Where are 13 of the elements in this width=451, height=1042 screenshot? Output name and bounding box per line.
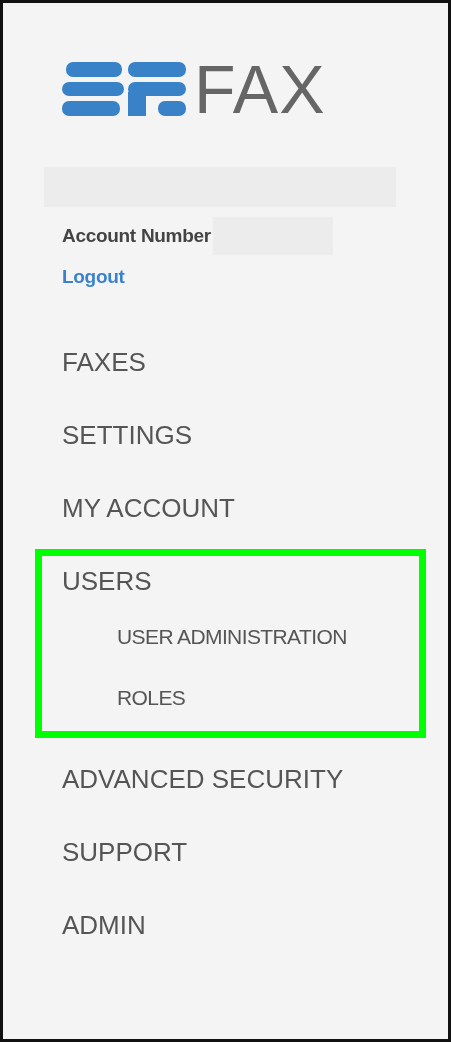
- nav-item[interactable]: MY ACCOUNT: [42, 483, 235, 533]
- nav-item[interactable]: FAXES: [42, 337, 146, 387]
- nav-subitem[interactable]: USER ADMINISTRATION: [42, 606, 347, 667]
- logout-link[interactable]: Logout: [62, 266, 125, 288]
- nav-subitem[interactable]: ROLES: [42, 667, 186, 728]
- nav-item[interactable]: USERS: [42, 556, 152, 606]
- logo-icon: [62, 62, 186, 116]
- nav-item[interactable]: SUPPORT: [42, 827, 188, 877]
- logo-text: FAX: [194, 62, 326, 116]
- nav-item[interactable]: ADVANCED SECURITY: [42, 754, 344, 804]
- nav-item[interactable]: SETTINGS: [42, 410, 192, 460]
- account-number-label: Account Number: [62, 225, 211, 247]
- nav-item[interactable]: ADMIN: [42, 900, 146, 950]
